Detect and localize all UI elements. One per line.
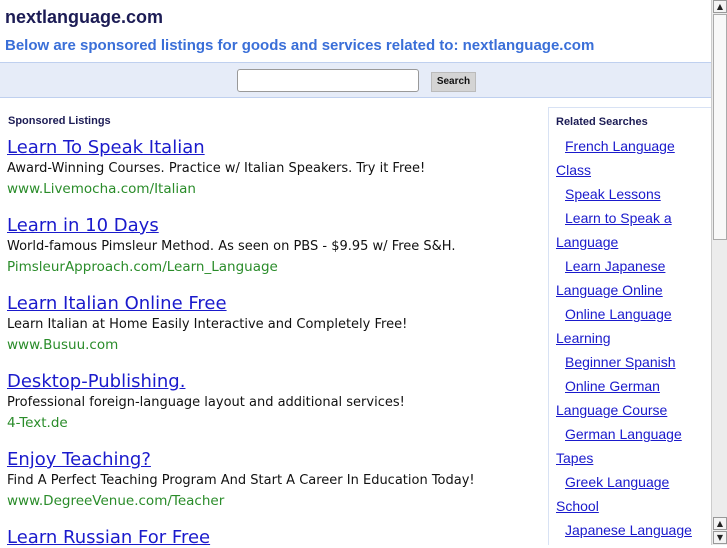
ad-listing: Learn To Speak Italian Award-Winning Cour… (7, 138, 425, 199)
ad-listing: Learn Italian Online Free Learn Italian a… (7, 294, 407, 355)
page: nextlanguage.com Below are sponsored lis… (0, 0, 711, 547)
ad-description: Find A Perfect Teaching Program And Star… (7, 473, 475, 488)
ad-url[interactable]: www.DegreeVenue.com/Teacher (7, 491, 475, 511)
related-search-link[interactable]: Online Language Learning (556, 306, 672, 346)
ad-listing: Desktop-Publishing. Professional foreign-… (7, 372, 405, 433)
search-button[interactable]: Search (431, 72, 476, 92)
ad-listing: Learn Russian For Free (7, 528, 210, 547)
related-item: Speak Lessons (556, 182, 698, 206)
related-item: Online Language Learning (556, 302, 698, 350)
sponsored-heading: Sponsored Listings (8, 115, 111, 127)
search-input[interactable] (237, 69, 419, 92)
ad-url[interactable]: PimsleurApproach.com/Learn_Language (7, 257, 455, 277)
ad-title-link[interactable]: Learn Russian For Free (7, 528, 210, 547)
search-bar: Search (0, 62, 711, 98)
ad-listing: Learn in 10 Days World-famous Pimsleur Me… (7, 216, 455, 277)
related-search-link[interactable]: Learn Japanese Language Online (556, 258, 665, 298)
related-search-link[interactable]: French Language Class (556, 138, 675, 178)
related-item: German Language Tapes (556, 422, 698, 470)
related-item: Beginner Spanish (556, 350, 698, 374)
related-list: French Language Class Speak Lessons Learn … (556, 134, 711, 542)
related-item: Learn Japanese Language Online (556, 254, 698, 302)
related-search-link[interactable]: Beginner Spanish (565, 354, 676, 370)
scroll-up-icon[interactable]: ▲ (713, 0, 727, 13)
ad-description: Award-Winning Courses. Practice w/ Itali… (7, 161, 426, 176)
scroll-thumb[interactable] (713, 14, 727, 240)
related-heading: Related Searches (556, 116, 648, 128)
related-search-link[interactable]: Speak Lessons (565, 186, 661, 202)
ad-title-link[interactable]: Learn To Speak Italian (7, 138, 425, 157)
related-search-link[interactable]: Japanese Language (565, 522, 692, 538)
ad-url[interactable]: www.Busuu.com (7, 335, 407, 355)
scroll-up-icon[interactable]: ▲ (713, 517, 727, 530)
ad-title-link[interactable]: Learn in 10 Days (7, 216, 455, 235)
related-item: Greek Language School (556, 470, 698, 518)
ad-description: Professional foreign-language layout and… (7, 395, 405, 410)
related-item: Learn to Speak a Language (556, 206, 698, 254)
site-title: nextlanguage.com (5, 7, 164, 27)
ad-listing: Enjoy Teaching? Find A Perfect Teaching P… (7, 450, 475, 511)
related-search-link[interactable]: Learn to Speak a Language (556, 210, 672, 250)
ad-title-link[interactable]: Enjoy Teaching? (7, 450, 475, 469)
related-item: French Language Class (556, 134, 698, 182)
scroll-down-icon[interactable]: ▼ (713, 531, 727, 544)
related-search-link[interactable]: Greek Language School (556, 474, 669, 514)
related-search-link[interactable]: German Language Tapes (556, 426, 682, 466)
related-search-link[interactable]: Online German Language Course (556, 378, 667, 418)
ad-title-link[interactable]: Learn Italian Online Free (7, 294, 407, 313)
related-item: Japanese Language (556, 518, 698, 542)
subtitle: Below are sponsored listings for goods a… (5, 37, 595, 54)
related-item: Online German Language Course (556, 374, 698, 422)
ad-title-link[interactable]: Desktop-Publishing. (7, 372, 405, 391)
ad-url[interactable]: www.Livemocha.com/Italian (7, 179, 425, 199)
related-searches: Related Searches French Language Class Sp… (548, 107, 711, 545)
ad-url[interactable]: 4-Text.de (7, 413, 405, 433)
ad-description: Learn Italian at Home Easily Interactive… (7, 317, 408, 332)
scrollbar[interactable]: ▲ ▲ ▼ (711, 0, 727, 545)
ad-description: World-famous Pimsleur Method. As seen on… (7, 239, 456, 254)
